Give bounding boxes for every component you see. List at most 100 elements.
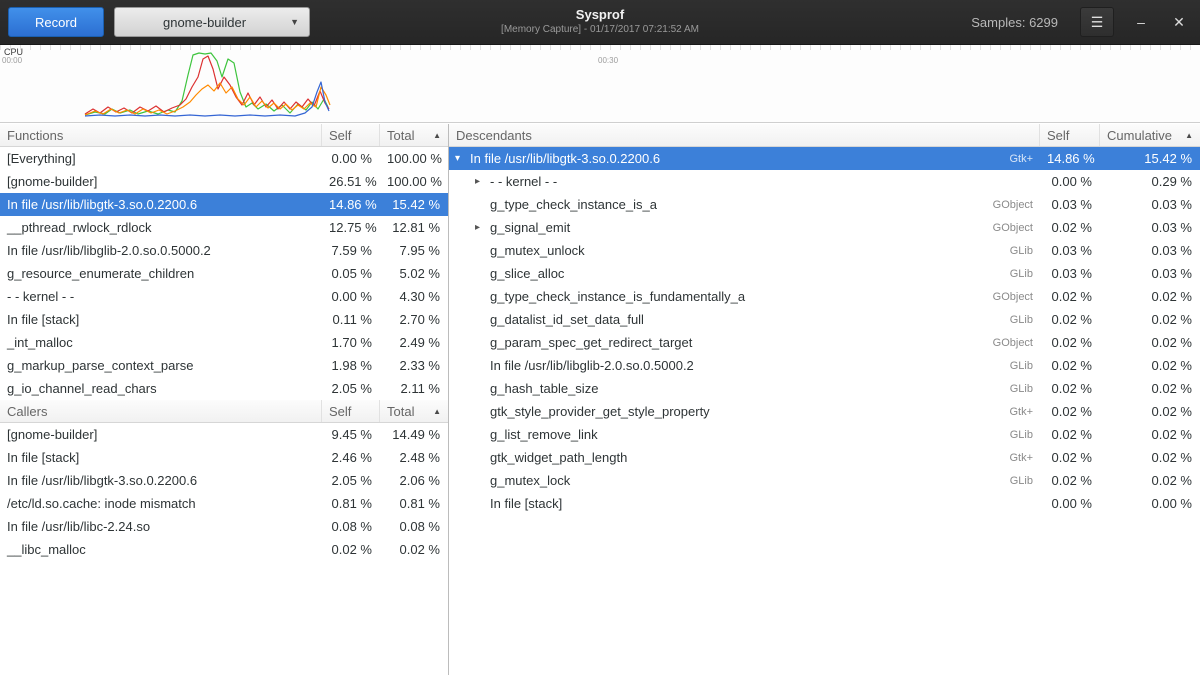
time-label-mid: 00:30: [598, 56, 618, 65]
tree-row[interactable]: g_param_spec_get_redirect_targetGObject0…: [449, 331, 1200, 354]
function-name: g_type_check_instance_is_fundamentally_a: [490, 289, 985, 304]
main-area: Functions Self Total ▲ [Everything]0.00 …: [0, 124, 1200, 675]
sysprof-window: Record gnome-builder ▼ Sysprof [Memory C…: [0, 0, 1200, 675]
tree-name-cell: g_mutex_unlockGLib: [449, 243, 1040, 258]
tree-row[interactable]: gtk_style_provider_get_style_property Gtk…: [449, 400, 1200, 423]
record-button[interactable]: Record: [8, 7, 104, 37]
function-name: [gnome-builder]: [0, 427, 322, 442]
self-percent: 0.00 %: [1040, 496, 1100, 511]
tree-row[interactable]: g_hash_table_sizeGLib0.02 %0.02 %: [449, 377, 1200, 400]
total-percent: 2.70 %: [380, 312, 448, 327]
table-row[interactable]: [gnome-builder]9.45 %14.49 %: [0, 423, 448, 446]
minimize-button[interactable]: –: [1128, 7, 1154, 37]
column-header-self[interactable]: Self: [322, 400, 380, 422]
function-name: g_mutex_unlock: [490, 243, 1002, 258]
library-badge: GLib: [1010, 383, 1033, 395]
tree-row[interactable]: g_datalist_id_set_data_fullGLib0.02 %0.0…: [449, 308, 1200, 331]
cumulative-percent: 0.02 %: [1100, 473, 1200, 488]
column-header-functions[interactable]: Functions: [0, 124, 322, 146]
cumulative-percent: 0.00 %: [1100, 496, 1200, 511]
cpu-graph[interactable]: CPU 00:00 00:30: [0, 45, 1200, 123]
column-header-descendants[interactable]: Descendants: [449, 124, 1040, 146]
function-name: gtk_style_provider_get_style_property: [490, 404, 1001, 419]
table-row[interactable]: __pthread_rwlock_rdlock12.75 %12.81 %: [0, 216, 448, 239]
column-header-cumulative[interactable]: Cumulative ▲: [1100, 124, 1200, 146]
samples-count: Samples: 6299: [971, 15, 1058, 30]
table-row[interactable]: _int_malloc1.70 %2.49 %: [0, 331, 448, 354]
tree-name-cell: g_slice_allocGLib: [449, 266, 1040, 281]
cumulative-percent: 0.02 %: [1100, 381, 1200, 396]
total-percent: 100.00 %: [380, 151, 448, 166]
expander-closed-icon[interactable]: ▸: [475, 222, 490, 233]
total-percent: 2.49 %: [380, 335, 448, 350]
tree-row[interactable]: ▸g_signal_emitGObject0.02 %0.03 %: [449, 216, 1200, 239]
function-name: In file [stack]: [0, 312, 322, 327]
function-name: __libc_malloc: [0, 542, 322, 557]
function-name: g_resource_enumerate_children: [0, 266, 322, 281]
library-badge: Gtk+: [1009, 452, 1033, 464]
self-percent: 0.03 %: [1040, 266, 1100, 281]
table-row[interactable]: g_resource_enumerate_children0.05 %5.02 …: [0, 262, 448, 285]
table-row[interactable]: g_markup_parse_context_parse1.98 %2.33 %: [0, 354, 448, 377]
close-button[interactable]: ✕: [1166, 7, 1192, 37]
column-header-total[interactable]: Total ▲: [380, 124, 448, 146]
column-header-self[interactable]: Self: [1040, 124, 1100, 146]
sort-indicator-icon: ▲: [1185, 131, 1193, 140]
tree-row[interactable]: g_mutex_lockGLib0.02 %0.02 %: [449, 469, 1200, 492]
tree-row[interactable]: In file [stack]0.00 %0.00 %: [449, 492, 1200, 515]
tree-name-cell: ▾In file /usr/lib/libgtk-3.so.0.2200.6Gt…: [449, 151, 1040, 166]
library-badge: Gtk+: [1009, 406, 1033, 418]
tree-row[interactable]: g_slice_allocGLib0.03 %0.03 %: [449, 262, 1200, 285]
tree-row[interactable]: In file /usr/lib/libglib-2.0.so.0.5000.2…: [449, 354, 1200, 377]
self-percent: 2.46 %: [322, 450, 380, 465]
table-row[interactable]: [gnome-builder]26.51 %100.00 %: [0, 170, 448, 193]
column-header-total-label: Total: [387, 404, 414, 419]
menu-button[interactable]: ☰: [1080, 7, 1114, 37]
function-name: gtk_widget_path_length: [490, 450, 1001, 465]
tree-row[interactable]: gtk_widget_path_lengthGtk+0.02 %0.02 %: [449, 446, 1200, 469]
self-percent: 7.59 %: [322, 243, 380, 258]
column-header-cumulative-label: Cumulative: [1107, 128, 1172, 143]
function-name: /etc/ld.so.cache: inode mismatch: [0, 496, 322, 511]
self-percent: 26.51 %: [322, 174, 380, 189]
total-percent: 5.02 %: [380, 266, 448, 281]
table-row[interactable]: In file /usr/lib/libgtk-3.so.0.2200.614.…: [0, 193, 448, 216]
tree-row[interactable]: g_mutex_unlockGLib0.03 %0.03 %: [449, 239, 1200, 262]
function-name: In file /usr/lib/libglib-2.0.so.0.5000.2: [490, 358, 1002, 373]
tree-row[interactable]: g_type_check_instance_is_fundamentally_a…: [449, 285, 1200, 308]
table-row[interactable]: In file [stack]2.46 %2.48 %: [0, 446, 448, 469]
table-row[interactable]: [Everything]0.00 %100.00 %: [0, 147, 448, 170]
expander-closed-icon[interactable]: ▸: [475, 176, 490, 187]
table-row[interactable]: - - kernel - -0.00 %4.30 %: [0, 285, 448, 308]
tree-row[interactable]: ▾In file /usr/lib/libgtk-3.so.0.2200.6Gt…: [449, 147, 1200, 170]
tree-row[interactable]: ▸- - kernel - -0.00 %0.29 %: [449, 170, 1200, 193]
table-row[interactable]: g_io_channel_read_chars2.05 %2.11 %: [0, 377, 448, 400]
tree-row[interactable]: g_type_check_instance_is_aGObject0.03 %0…: [449, 193, 1200, 216]
tree-name-cell: g_hash_table_sizeGLib: [449, 381, 1040, 396]
self-percent: 9.45 %: [322, 427, 380, 442]
self-percent: 12.75 %: [322, 220, 380, 235]
column-header-total[interactable]: Total ▲: [380, 400, 448, 422]
expander-open-icon[interactable]: ▾: [455, 153, 470, 164]
table-row[interactable]: In file [stack]0.11 %2.70 %: [0, 308, 448, 331]
function-name: g_list_remove_link: [490, 427, 1002, 442]
total-percent: 2.06 %: [380, 473, 448, 488]
tree-row[interactable]: g_list_remove_linkGLib0.02 %0.02 %: [449, 423, 1200, 446]
table-row[interactable]: /etc/ld.so.cache: inode mismatch0.81 %0.…: [0, 492, 448, 515]
tree-name-cell: In file /usr/lib/libglib-2.0.so.0.5000.2…: [449, 358, 1040, 373]
table-row[interactable]: In file /usr/lib/libc-2.24.so0.08 %0.08 …: [0, 515, 448, 538]
callers-header: Callers Self Total ▲: [0, 400, 448, 423]
column-header-self[interactable]: Self: [322, 124, 380, 146]
headerbar: Record gnome-builder ▼ Sysprof [Memory C…: [0, 0, 1200, 45]
table-row[interactable]: __libc_malloc0.02 %0.02 %: [0, 538, 448, 561]
table-row[interactable]: In file /usr/lib/libgtk-3.so.0.2200.62.0…: [0, 469, 448, 492]
library-badge: GLib: [1010, 268, 1033, 280]
column-header-callers[interactable]: Callers: [0, 400, 322, 422]
process-selector[interactable]: gnome-builder ▼: [114, 7, 310, 37]
function-name: g_datalist_id_set_data_full: [490, 312, 1002, 327]
cumulative-percent: 0.02 %: [1100, 289, 1200, 304]
table-row[interactable]: In file /usr/lib/libglib-2.0.so.0.5000.2…: [0, 239, 448, 262]
library-badge: GLib: [1010, 429, 1033, 441]
self-percent: 0.00 %: [322, 289, 380, 304]
cumulative-percent: 15.42 %: [1100, 151, 1200, 166]
